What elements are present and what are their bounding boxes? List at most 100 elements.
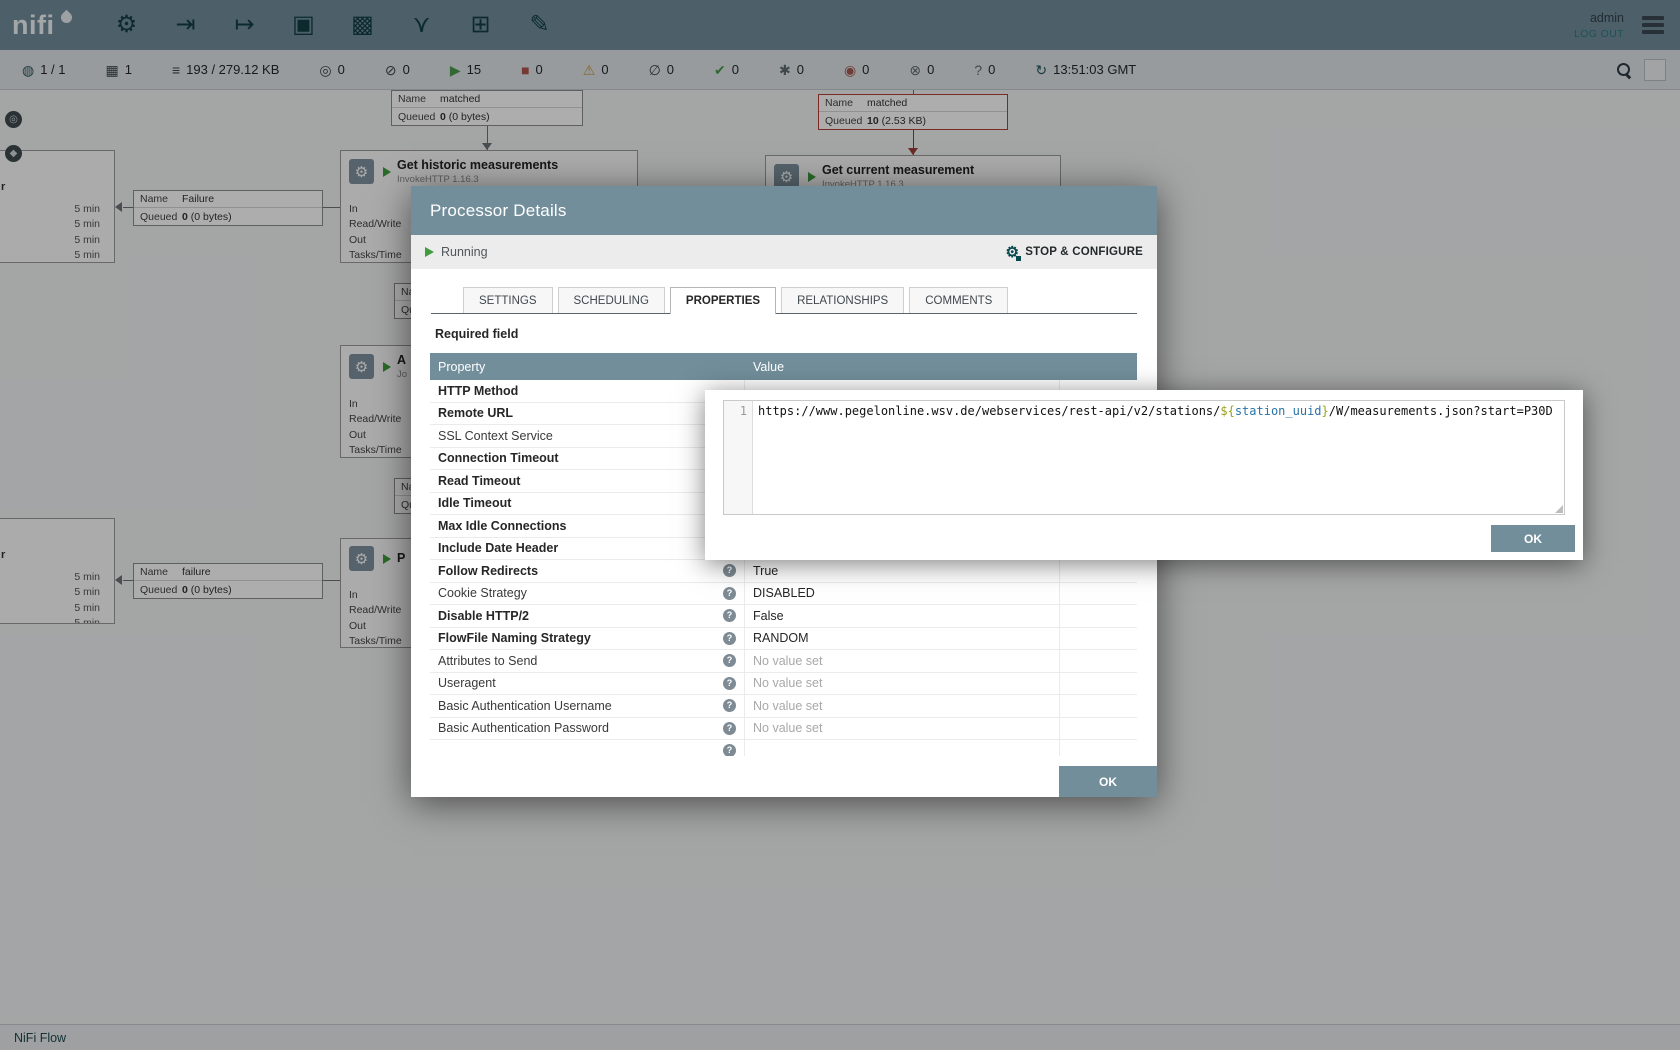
property-extra-cell xyxy=(1060,673,1137,695)
property-name: Cookie Strategy xyxy=(438,586,527,600)
property-name: HTTP Method xyxy=(438,384,518,398)
property-column-header: Property xyxy=(430,360,745,374)
line-number: 1 xyxy=(740,404,747,418)
property-name-cell: HTTP Method xyxy=(430,380,745,402)
editor-ok-button[interactable]: OK xyxy=(1491,525,1575,552)
property-name-cell: Connection Timeout xyxy=(430,448,745,470)
property-extra-cell xyxy=(1060,718,1137,740)
tab-scheduling[interactable]: SCHEDULING xyxy=(558,287,665,313)
property-value-cell[interactable]: No value set xyxy=(745,650,1060,672)
property-value-cell[interactable]: RANDOM xyxy=(745,628,1060,650)
property-extra-cell xyxy=(1060,560,1137,582)
property-value-cell[interactable]: False xyxy=(745,605,1060,627)
property-name: Remote URL xyxy=(438,406,513,420)
help-icon[interactable]: ? xyxy=(723,722,736,735)
property-name-cell: Attributes to Send? xyxy=(430,650,745,672)
property-extra-cell xyxy=(1060,650,1137,672)
property-row[interactable]: Useragent?No value set xyxy=(430,673,1137,696)
property-value-cell[interactable] xyxy=(745,740,1060,756)
property-name: Basic Authentication Password xyxy=(438,721,609,735)
property-name-cell: Disable HTTP/2? xyxy=(430,605,745,627)
code-segment-bracket: } xyxy=(1322,404,1329,418)
property-name-cell: Useragent? xyxy=(430,673,745,695)
editor-resize-handle[interactable] xyxy=(1555,505,1563,513)
property-value-cell[interactable]: True xyxy=(745,560,1060,582)
property-name-cell: Read Timeout xyxy=(430,470,745,492)
property-name-cell: Basic Authentication Username? xyxy=(430,695,745,717)
tab-comments[interactable]: COMMENTS xyxy=(909,287,1008,313)
property-name-cell: Cookie Strategy? xyxy=(430,583,745,605)
property-row[interactable]: FlowFile Naming Strategy?RANDOM xyxy=(430,628,1137,651)
property-row[interactable]: Attributes to Send?No value set xyxy=(430,650,1137,673)
help-icon[interactable]: ? xyxy=(723,564,736,577)
property-name: Basic Authentication Username xyxy=(438,699,612,713)
value-column-header: Value xyxy=(745,360,1060,374)
properties-table-header: Property Value xyxy=(430,353,1137,380)
property-extra-cell xyxy=(1060,583,1137,605)
required-field-note: Required field xyxy=(435,327,518,341)
property-row[interactable]: ? xyxy=(430,740,1137,756)
property-name-cell: Follow Redirects? xyxy=(430,560,745,582)
property-name: Attributes to Send xyxy=(438,654,537,668)
property-row[interactable]: Basic Authentication Username?No value s… xyxy=(430,695,1137,718)
property-row[interactable]: Cookie Strategy?DISABLED xyxy=(430,583,1137,606)
stop-configure-icon: ⚙ xyxy=(1006,245,1020,260)
editor-code-line[interactable]: https://www.pegelonline.wsv.de/webservic… xyxy=(753,401,1555,514)
property-name: FlowFile Naming Strategy xyxy=(438,631,591,645)
property-name-cell: ? xyxy=(430,740,745,756)
property-name: Max Idle Connections xyxy=(438,519,567,533)
help-icon[interactable]: ? xyxy=(723,677,736,690)
value-editor-popup: 1 https://www.pegelonline.wsv.de/webserv… xyxy=(705,390,1583,560)
dialog-status-bar: Running ⚙ STOP & CONFIGURE xyxy=(411,235,1157,269)
property-name-cell: SSL Context Service xyxy=(430,425,745,447)
code-segment-plain: /W/measurements.json?start=P30D xyxy=(1329,404,1553,418)
tab-relationships[interactable]: RELATIONSHIPS xyxy=(781,287,904,313)
help-icon[interactable]: ? xyxy=(723,587,736,600)
property-name: Connection Timeout xyxy=(438,451,559,465)
property-name: Follow Redirects xyxy=(438,564,538,578)
property-value-cell[interactable]: No value set xyxy=(745,718,1060,740)
property-name: Read Timeout xyxy=(438,474,520,488)
code-segment-plain: https://www.pegelonline.wsv.de/webservic… xyxy=(758,404,1220,418)
property-name-cell: Include Date Header xyxy=(430,538,745,560)
property-name-cell: Remote URL xyxy=(430,403,745,425)
run-status-label: Running xyxy=(441,245,488,259)
editor-gutter: 1 xyxy=(724,401,753,514)
property-name-cell: Max Idle Connections xyxy=(430,515,745,537)
property-row[interactable]: Basic Authentication Password?No value s… xyxy=(430,718,1137,741)
property-name: Idle Timeout xyxy=(438,496,511,510)
property-name-cell: Idle Timeout xyxy=(430,493,745,515)
property-name: Useragent xyxy=(438,676,496,690)
help-icon[interactable]: ? xyxy=(723,699,736,712)
property-row[interactable]: Disable HTTP/2?False xyxy=(430,605,1137,628)
running-status-icon xyxy=(425,247,434,257)
dialog-header: Processor Details xyxy=(411,186,1157,235)
property-extra-cell xyxy=(1060,740,1137,756)
code-segment-bracket: ${ xyxy=(1220,404,1234,418)
stop-and-configure-button[interactable]: ⚙ STOP & CONFIGURE xyxy=(1006,245,1143,260)
help-icon[interactable]: ? xyxy=(723,744,736,756)
property-name: Disable HTTP/2 xyxy=(438,609,529,623)
tab-properties[interactable]: PROPERTIES xyxy=(670,287,776,314)
help-icon[interactable]: ? xyxy=(723,609,736,622)
property-extra-cell xyxy=(1060,695,1137,717)
property-name: SSL Context Service xyxy=(438,429,553,443)
help-icon[interactable]: ? xyxy=(723,632,736,645)
property-row[interactable]: Follow Redirects?True xyxy=(430,560,1137,583)
help-icon[interactable]: ? xyxy=(723,654,736,667)
property-value-cell[interactable]: No value set xyxy=(745,695,1060,717)
property-value-cell[interactable]: DISABLED xyxy=(745,583,1060,605)
property-name-cell: FlowFile Naming Strategy? xyxy=(430,628,745,650)
property-name-cell: Basic Authentication Password? xyxy=(430,718,745,740)
value-editor[interactable]: 1 https://www.pegelonline.wsv.de/webserv… xyxy=(723,400,1565,515)
tab-settings[interactable]: SETTINGS xyxy=(463,287,553,313)
property-value-cell[interactable]: No value set xyxy=(745,673,1060,695)
property-extra-cell xyxy=(1060,628,1137,650)
dialog-tabs: SETTINGSSCHEDULINGPROPERTIESRELATIONSHIP… xyxy=(431,283,1137,314)
code-segment-variable: station_uuid xyxy=(1235,404,1322,418)
dialog-title: Processor Details xyxy=(430,201,567,221)
property-name: Include Date Header xyxy=(438,541,558,555)
stop-configure-label: STOP & CONFIGURE xyxy=(1025,246,1143,258)
dialog-ok-button[interactable]: OK xyxy=(1059,766,1157,797)
property-extra-cell xyxy=(1060,605,1137,627)
